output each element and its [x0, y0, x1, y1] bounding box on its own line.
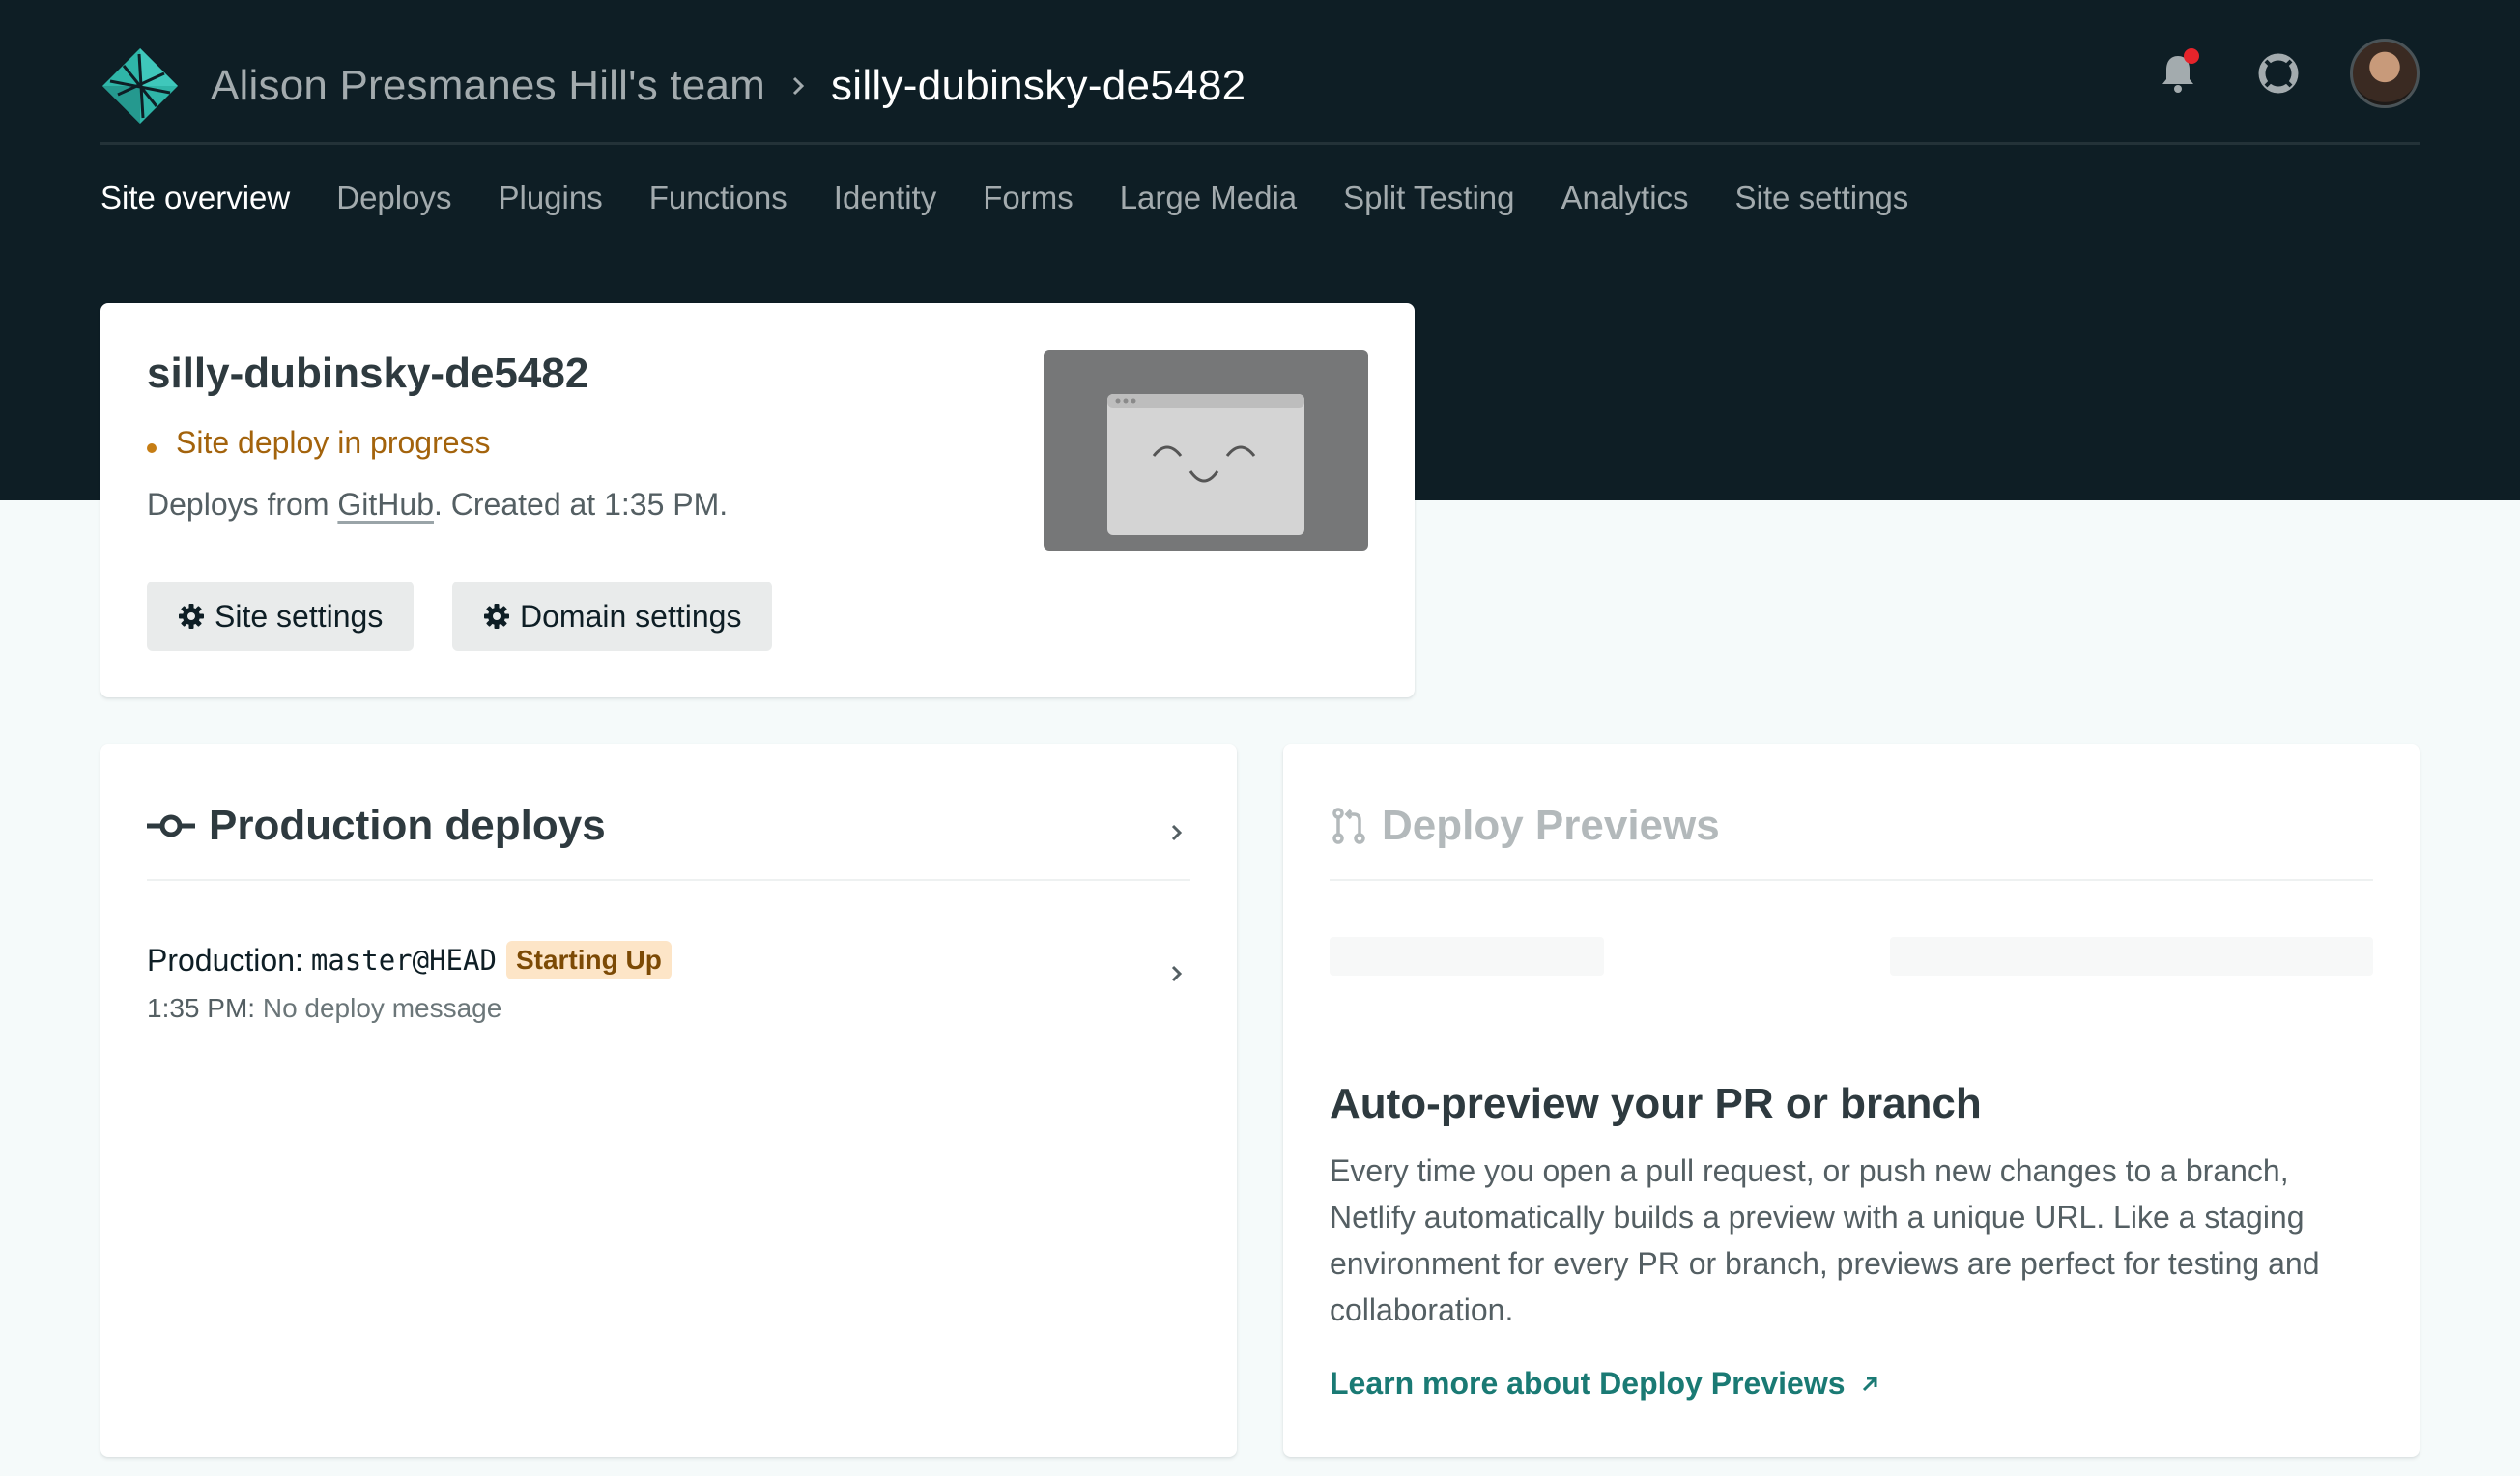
- site-settings-label: Site settings: [215, 598, 384, 634]
- deploy-status-text[interactable]: Site deploy in progress: [176, 425, 491, 461]
- nav-plugins[interactable]: Plugins: [498, 180, 602, 216]
- deploy-list-item[interactable]: Production: master@HEAD Starting Up 1:35…: [147, 941, 1190, 1037]
- deploy-summary: Production: master@HEAD Starting Up: [147, 941, 1190, 979]
- site-nav: Site overview Deploys Plugins Functions …: [100, 180, 1955, 216]
- deploy-status: Site deploy in progress: [147, 425, 491, 461]
- site-overview-card: silly-dubinsky-de5482 Site deploy in pro…: [100, 303, 1415, 697]
- deploy-previews-card: Deploy Previews Auto-preview your PR or …: [1283, 744, 2420, 1457]
- help-button[interactable]: [2249, 44, 2307, 102]
- deploy-previews-title: Deploy Previews: [1382, 802, 1720, 849]
- notifications-button[interactable]: [2149, 44, 2207, 102]
- browser-smiley-illustration: [1107, 394, 1304, 535]
- meta-prefix: Deploys from: [147, 487, 338, 522]
- previews-empty-body: Every time you open a pull request, or p…: [1330, 1153, 2320, 1327]
- nav-deploys[interactable]: Deploys: [336, 180, 451, 216]
- nav-split-testing[interactable]: Split Testing: [1343, 180, 1514, 216]
- deploy-message: No deploy message: [262, 993, 502, 1023]
- team-breadcrumb[interactable]: Alison Presmanes Hill's team: [211, 62, 765, 110]
- notification-badge: [2184, 48, 2199, 64]
- status-badge: Starting Up: [505, 941, 672, 979]
- nav-identity[interactable]: Identity: [834, 180, 936, 216]
- deploy-previews-header: Deploy Previews: [1330, 794, 2373, 881]
- help-lifebuoy-icon: [2258, 53, 2299, 94]
- domain-settings-label: Domain settings: [520, 598, 742, 634]
- github-link[interactable]: GitHub: [337, 487, 434, 522]
- production-deploys-card: Production deploys Production: master@HE…: [100, 744, 1237, 1457]
- site-title: silly-dubinsky-de5482: [147, 350, 589, 397]
- deploy-context: Production:: [147, 942, 303, 978]
- deploy-time: 1:35 PM:: [147, 993, 256, 1023]
- meta-suffix: . Created at 1:35 PM.: [433, 487, 729, 522]
- external-arrow-icon: [1862, 1377, 1876, 1391]
- previews-empty-heading: Auto-preview your PR or branch: [1330, 1080, 1982, 1127]
- chevron-right-icon: [1171, 965, 1183, 982]
- production-deploys-title: Production deploys: [209, 802, 606, 849]
- learn-more-link[interactable]: Learn more about Deploy Previews: [1330, 1366, 1880, 1402]
- production-deploys-header[interactable]: Production deploys: [147, 794, 1190, 881]
- learn-more-label: Learn more about Deploy Previews: [1330, 1366, 1846, 1401]
- site-meta: Deploys from GitHub. Created at 1:35 PM.: [147, 487, 728, 523]
- top-bar: Alison Presmanes Hill's team silly-dubin…: [100, 29, 2420, 145]
- site-preview-thumbnail[interactable]: [1044, 350, 1368, 551]
- pull-request-icon: [1332, 808, 1365, 844]
- gear-icon: [179, 604, 204, 629]
- chevron-right-icon: [792, 76, 805, 95]
- netlify-logo-icon[interactable]: [100, 46, 180, 126]
- skeleton-placeholder: [1890, 937, 2373, 976]
- nav-site-settings[interactable]: Site settings: [1735, 180, 1909, 216]
- nav-site-overview[interactable]: Site overview: [100, 180, 290, 216]
- gear-icon: [484, 604, 509, 629]
- domain-settings-button[interactable]: Domain settings: [452, 582, 773, 651]
- skeleton-placeholder: [1330, 937, 1604, 976]
- nav-analytics[interactable]: Analytics: [1561, 180, 1688, 216]
- site-breadcrumb[interactable]: silly-dubinsky-de5482: [831, 62, 1246, 110]
- avatar[interactable]: [2350, 39, 2420, 108]
- commit-icon: [147, 814, 195, 837]
- status-dot: [147, 442, 157, 453]
- nav-large-media[interactable]: Large Media: [1120, 180, 1297, 216]
- nav-forms[interactable]: Forms: [983, 180, 1074, 216]
- nav-functions[interactable]: Functions: [649, 180, 788, 216]
- chevron-right-icon: [1171, 824, 1183, 841]
- top-actions: [2106, 39, 2420, 108]
- site-settings-button[interactable]: Site settings: [147, 582, 415, 651]
- deploy-detail: 1:35 PM: No deploy message: [147, 993, 1190, 1024]
- deploy-ref: master@HEAD: [310, 944, 497, 977]
